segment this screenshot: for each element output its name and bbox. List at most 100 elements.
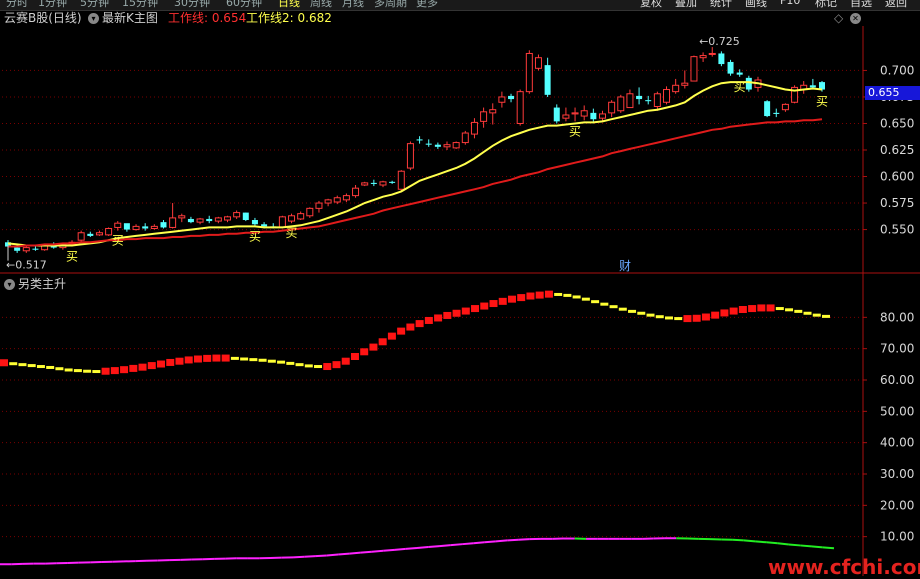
candle-body-up <box>133 226 139 229</box>
candle-body-down <box>188 219 194 222</box>
sub-indicator-bar <box>776 307 784 310</box>
value-axis-label: 30.00 <box>880 467 914 481</box>
candle-body-up <box>782 104 788 109</box>
candle-body-up <box>444 145 450 147</box>
sub-indicator-bar <box>351 353 359 360</box>
candle-body-down <box>545 65 551 95</box>
sub-indicator-bar <box>379 338 387 345</box>
candle-body-up <box>225 217 231 220</box>
sub-indicator-bar <box>249 358 257 361</box>
sub-indicator-bar <box>323 363 331 370</box>
sub-indicator-bar <box>46 366 54 369</box>
sub-indicator-bar <box>545 291 553 298</box>
candle-body-down <box>142 226 148 228</box>
candle-body-down <box>389 182 395 183</box>
bottom-line-segment <box>800 545 811 546</box>
candle-body-up <box>234 213 240 217</box>
price-axis-label: 0.575 <box>880 196 914 210</box>
sub-indicator-bar <box>406 324 414 331</box>
bottom-line-segment <box>361 552 372 553</box>
candle-body-up <box>179 216 185 218</box>
sub-indicator-bar <box>28 364 36 367</box>
finance-marker: 财 <box>619 259 631 273</box>
bottom-line-segment <box>473 542 484 543</box>
sub-indicator-bar <box>591 300 599 303</box>
bottom-line-segment <box>394 549 405 550</box>
buy-signal: 买 <box>286 226 298 240</box>
buy-signal: 买 <box>66 250 78 264</box>
sub-indicator-bar <box>563 294 571 297</box>
sub-indicator-bar <box>240 358 248 361</box>
candle-body-down <box>764 101 770 116</box>
candle-body-down <box>371 183 377 184</box>
candle-body-up <box>407 144 413 168</box>
sub-indicator-bar <box>259 359 267 362</box>
sub-indicator-bar <box>508 296 516 303</box>
sub-indicator-bar <box>268 360 276 363</box>
bottom-line-segment <box>811 546 822 547</box>
sub-indicator-bar <box>573 295 581 298</box>
candle-body-up <box>380 182 386 185</box>
candle-body-up <box>609 102 615 113</box>
sub-indicator-bar <box>74 369 82 372</box>
value-axis-label: 60.00 <box>880 373 914 387</box>
candle-body-up <box>453 143 459 148</box>
value-axis-label: 40.00 <box>880 436 914 450</box>
sub-indicator-bar <box>148 362 156 369</box>
candle-body-down <box>14 248 20 251</box>
candle-body-down <box>773 113 779 114</box>
candle-body-down <box>206 219 212 221</box>
bottom-line-segment <box>507 540 518 541</box>
sub-indicator-bar <box>397 328 405 335</box>
candle-body-up <box>664 90 670 103</box>
bottom-line-segment <box>417 547 428 548</box>
candle-body-up <box>572 113 578 114</box>
candle-body-down <box>645 100 651 101</box>
chart-area[interactable]: 0.7000.6750.6500.6250.6000.5750.550买买买买买… <box>0 0 920 576</box>
candle-body-up <box>353 188 359 195</box>
candle-body-up <box>471 122 477 134</box>
candle-body-down <box>554 108 560 122</box>
candle-body-up <box>197 219 203 222</box>
sub-indicator-bar <box>37 365 45 368</box>
candle-body-down <box>87 234 93 236</box>
sub-indicator-bar <box>65 368 73 371</box>
buy-signal: 买 <box>249 229 261 243</box>
bottom-line-segment <box>518 539 529 540</box>
candle-body-down <box>435 145 441 147</box>
buy-signal: 买 <box>734 80 746 94</box>
candle-body-up <box>517 92 523 124</box>
bottom-line-segment <box>349 553 360 554</box>
sub-indicator-bar <box>748 305 756 312</box>
sub-indicator-bar <box>693 315 701 322</box>
sub-indicator-bar <box>425 317 433 324</box>
candle-body-up <box>535 58 541 69</box>
sub-indicator-bar <box>203 355 211 362</box>
sub-indicator-bar <box>526 293 534 300</box>
candle-body-down <box>728 62 734 74</box>
candle-body-up <box>78 233 84 240</box>
candle-body-up <box>499 97 505 102</box>
buy-signal: 买 <box>816 95 828 109</box>
sub-indicator-bar <box>166 359 174 366</box>
sub-indicator-bar <box>314 365 322 368</box>
sub-indicator-bar <box>582 298 590 301</box>
value-axis-label: 20.00 <box>880 498 914 512</box>
bottom-line-segment <box>293 557 304 558</box>
sub-indicator-bar <box>702 314 710 321</box>
bottom-line-segment <box>406 548 417 549</box>
sub-indicator-bar <box>139 364 147 371</box>
sub-indicator-bar <box>120 366 128 373</box>
bottom-line-segment <box>778 543 789 544</box>
bottom-line-segment <box>823 547 834 548</box>
work-line <box>8 82 822 245</box>
sub-indicator-bar <box>222 355 230 362</box>
candle-body-up <box>170 218 176 228</box>
sub-indicator-bar <box>647 314 655 317</box>
sub-indicator-bar <box>536 292 544 299</box>
sub-indicator-bar <box>628 310 636 313</box>
bottom-line-segment <box>789 545 800 546</box>
candle-body-up <box>490 110 496 113</box>
candle-body-down <box>810 85 816 87</box>
sub-indicator-bar <box>637 312 645 315</box>
